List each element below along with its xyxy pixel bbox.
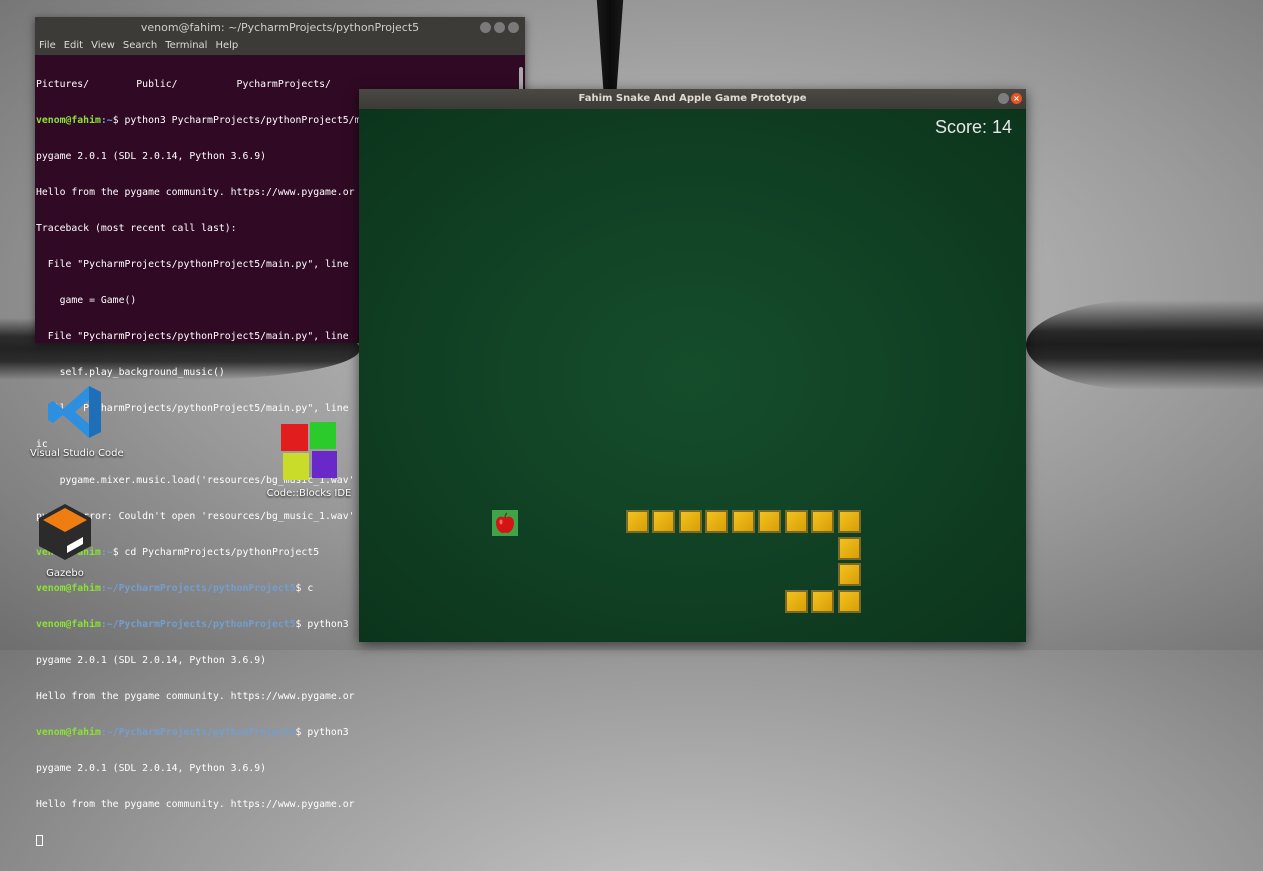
maximize-icon[interactable] xyxy=(494,22,505,33)
wallpaper-tribal-right xyxy=(1026,300,1263,390)
snake-segment xyxy=(785,510,808,533)
vscode-icon xyxy=(48,386,101,438)
terminal-menubar: File Edit View Search Terminal Help xyxy=(35,39,525,55)
menu-search[interactable]: Search xyxy=(123,39,157,55)
terminal-prompt-line xyxy=(36,835,525,847)
terminal-title: venom@fahim: ~/PycharmProjects/pythonPro… xyxy=(140,21,420,34)
minimize-icon[interactable] xyxy=(480,22,491,33)
gazebo-icon xyxy=(39,504,91,560)
menu-file[interactable]: File xyxy=(39,39,56,55)
snake-segment xyxy=(652,510,675,533)
snake-segment xyxy=(732,510,755,533)
codeblocks-icon xyxy=(281,422,337,480)
snake-segment xyxy=(838,537,861,560)
snake-segment xyxy=(785,590,808,613)
snake-segment xyxy=(705,510,728,533)
menu-view[interactable]: View xyxy=(91,39,115,55)
terminal-line: Hello from the pygame community. https:/… xyxy=(36,691,355,702)
snake-segment xyxy=(811,590,834,613)
game-titlebar[interactable]: Fahim Snake And Apple Game Prototype × xyxy=(359,89,1026,109)
menu-help[interactable]: Help xyxy=(215,39,238,55)
terminal-cursor[interactable] xyxy=(36,835,43,846)
snake-segment xyxy=(838,510,861,533)
terminal-line: pygame 2.0.1 (SDL 2.0.14, Python 3.6.9) xyxy=(36,655,267,666)
score-display: Score: 14 xyxy=(934,117,1012,137)
snake-segment xyxy=(626,510,649,533)
game-title: Fahim Snake And Apple Game Prototype xyxy=(578,93,807,104)
snake-segment xyxy=(838,563,861,586)
terminal-line: pygame 2.0.1 (SDL 2.0.14, Python 3.6.9) xyxy=(36,763,267,774)
terminal-line: Hello from the pygame community. https:/… xyxy=(36,799,355,810)
apple-icon xyxy=(496,512,514,533)
desktop-icon-vscode[interactable]: Visual Studio Code xyxy=(30,382,124,459)
desktop-icon-label: Code::Blocks IDE xyxy=(266,488,352,499)
snake-segment xyxy=(811,510,834,533)
wallpaper-tribal-top xyxy=(596,0,624,90)
close-icon[interactable]: × xyxy=(1011,93,1022,104)
snake-segment xyxy=(758,510,781,533)
apple xyxy=(492,510,518,536)
desktop-icon-label: Visual Studio Code xyxy=(30,448,124,459)
desktop-icon-label: Gazebo xyxy=(46,568,84,579)
menu-terminal[interactable]: Terminal xyxy=(165,39,207,55)
desktop-icon-gazebo[interactable]: Gazebo xyxy=(20,502,110,579)
terminal-line: venom@fahim:~/PycharmProjects/pythonProj… xyxy=(36,727,349,738)
snake-segment xyxy=(679,510,702,533)
game-window[interactable]: Fahim Snake And Apple Game Prototype × S… xyxy=(359,89,1026,642)
close-icon[interactable] xyxy=(508,22,519,33)
snake-segment xyxy=(838,590,861,613)
desktop-icon-codeblocks[interactable]: Code::Blocks IDE xyxy=(264,420,354,499)
minimize-icon[interactable] xyxy=(998,93,1009,104)
menu-edit[interactable]: Edit xyxy=(64,39,83,55)
terminal-titlebar[interactable]: venom@fahim: ~/PycharmProjects/pythonPro… xyxy=(35,17,525,39)
game-canvas[interactable]: Score: 14 xyxy=(359,109,1026,642)
